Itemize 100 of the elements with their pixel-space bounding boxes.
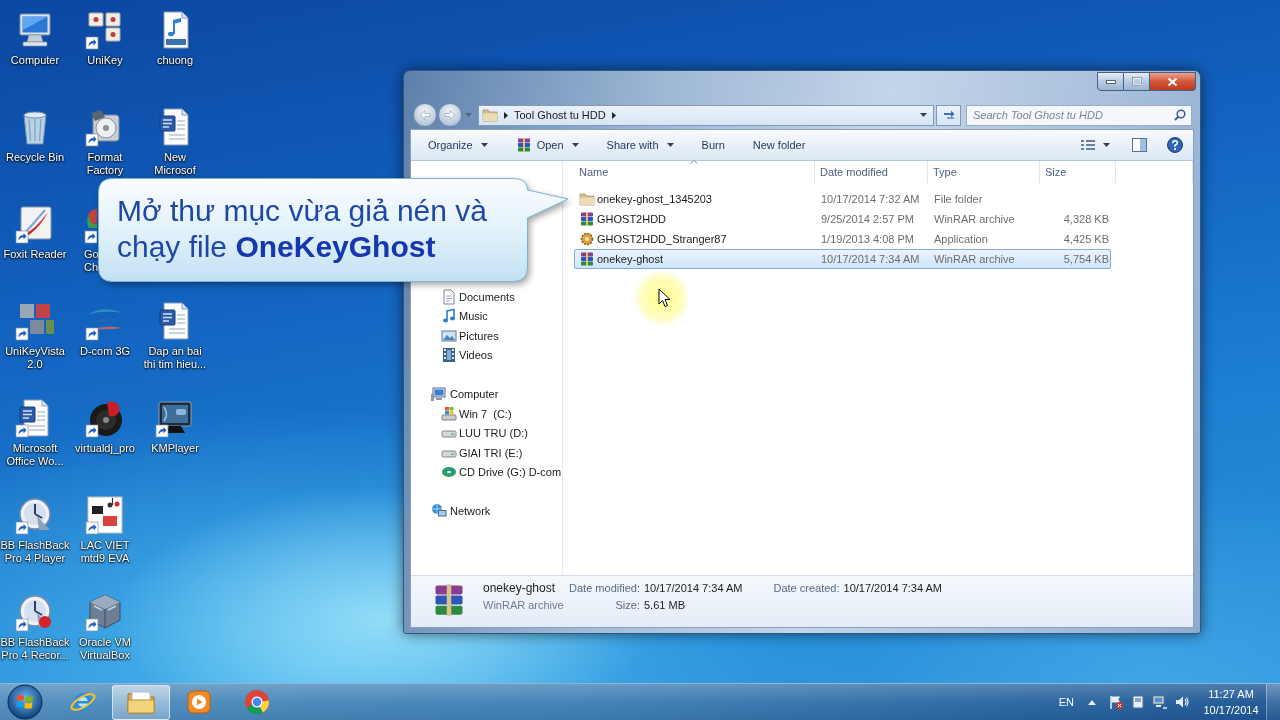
- up-caret-icon[interactable]: [1088, 699, 1096, 705]
- back-button[interactable]: [413, 103, 437, 127]
- speaker-icon[interactable]: [1174, 694, 1190, 710]
- toolbar-button[interactable]: Share with: [598, 133, 682, 157]
- tiles-icon[interactable]: [15, 301, 55, 341]
- desktop-icon-label[interactable]: New Microsof: [140, 151, 210, 177]
- nav-item[interactable]: Videos: [459, 349, 493, 362]
- folder-icon[interactable]: [126, 689, 156, 715]
- book-stack-icon: [515, 137, 532, 153]
- view-options-icon[interactable]: [1081, 139, 1095, 151]
- file-size: 5,754 KB: [1062, 253, 1110, 265]
- nav-item[interactable]: Computer: [450, 388, 499, 401]
- desktop-icon-label[interactable]: UniKeyVista 2.0: [0, 345, 70, 371]
- forward-button[interactable]: [438, 103, 462, 127]
- notes-tile-icon[interactable]: [85, 495, 125, 535]
- film-icon[interactable]: [441, 347, 457, 364]
- file-row[interactable]: GHOST2HDD_Stranger87 1/19/2013 4:08 PM Application 4,425 KB: [574, 229, 1111, 249]
- swoosh-tile-icon[interactable]: [15, 204, 55, 244]
- file-name: onekey-ghost_1345203: [597, 193, 712, 205]
- system-drive-icon[interactable]: [441, 405, 457, 422]
- desktop-icon-label[interactable]: Dap an bai thi tim hieu...: [140, 345, 210, 371]
- desktop-icon-label[interactable]: Computer: [0, 54, 70, 67]
- column-header[interactable]: Type: [928, 161, 1040, 183]
- close-button[interactable]: [1150, 72, 1196, 91]
- language-indicator[interactable]: EN: [1058, 696, 1074, 708]
- file-row[interactable]: onekey-ghost 10/17/2014 7:34 AM WinRAR archive 5,754 KB: [574, 249, 1111, 269]
- column-header[interactable]: Size: [1040, 161, 1116, 183]
- refresh-icon[interactable]: [941, 109, 956, 121]
- nav-item[interactable]: GIAI TRI (E:): [459, 446, 523, 459]
- toolbar-button[interactable]: Open: [507, 133, 587, 157]
- desktop-icon-label[interactable]: Microsoft Office Wo...: [0, 442, 70, 468]
- minimize-icon[interactable]: [1105, 79, 1116, 84]
- desktop-icon-label[interactable]: Go Ch: [84, 248, 99, 274]
- flag-icon[interactable]: [1108, 694, 1124, 710]
- file-name: onekey-ghost: [597, 253, 664, 265]
- detail-value: 10/17/2014 7:34 AM: [644, 581, 743, 596]
- file-name: GHOST2HDD_Stranger87: [597, 233, 727, 245]
- chevron-icon[interactable]: [611, 111, 616, 119]
- desktop-icon-label[interactable]: D-com 3G: [70, 345, 140, 358]
- network-icon[interactable]: [431, 503, 447, 520]
- desktop-icon-label[interactable]: Recycle Bin: [0, 151, 70, 164]
- file-row[interactable]: onekey-ghost_1345203 10/17/2014 7:32 AM File folder: [574, 189, 1111, 209]
- tricolor-circle-icon[interactable]: [243, 688, 271, 716]
- desktop-icon-label[interactable]: Foxit Reader: [0, 248, 70, 261]
- search-icon[interactable]: [1174, 108, 1186, 121]
- clock-time[interactable]: 11:27 AM: [1208, 686, 1254, 702]
- maximize-button[interactable]: [1124, 72, 1150, 91]
- callout-text: Mở thư mục vừa giả nén và chạy file OneKeyGhost: [116, 193, 488, 265]
- help-icon[interactable]: [1167, 137, 1183, 153]
- desktop-icon-label[interactable]: KMPlayer: [140, 442, 210, 455]
- taskbar-button[interactable]: [112, 684, 170, 720]
- file-row[interactable]: GHOST2HDD 9/25/2014 2:57 PM WinRAR archive 4,328 KB: [574, 209, 1111, 229]
- caret-icon[interactable]: [1103, 143, 1110, 147]
- nav-item[interactable]: Pictures: [459, 329, 499, 342]
- nav-item[interactable]: Network: [450, 505, 491, 518]
- close-icon[interactable]: [1167, 76, 1178, 87]
- chevron-icon[interactable]: [504, 111, 508, 119]
- desktop-icon-label[interactable]: UniKey: [70, 54, 140, 67]
- address-bar[interactable]: Tool Ghost tu HDD: [478, 104, 934, 126]
- show-desktop-button[interactable]: [1266, 684, 1280, 720]
- desktop-icon-label[interactable]: virtualdj_pro: [70, 442, 140, 455]
- nav-item[interactable]: Win 7 (C:): [459, 407, 512, 420]
- desktop-icon-label[interactable]: Format Factory: [70, 151, 140, 177]
- column-header[interactable]: Date modified: [815, 161, 928, 183]
- computer-icon[interactable]: [431, 386, 447, 403]
- screen-icon[interactable]: [155, 398, 195, 438]
- file-date: 1/19/2013 4:08 PM: [820, 233, 915, 245]
- book-stack-icon: [579, 211, 595, 227]
- music-note-icon[interactable]: [441, 308, 457, 325]
- nav-item[interactable]: CD Drive (G:) D-com: [459, 466, 562, 479]
- picture-icon[interactable]: [441, 327, 457, 344]
- search-field[interactable]: Search Tool Ghost tu HDD: [966, 104, 1192, 126]
- file-name: onekey-ghost: [483, 580, 557, 597]
- clock-date[interactable]: 10/17/2014: [1203, 702, 1259, 718]
- nav-item[interactable]: Music: [459, 310, 488, 323]
- network-icon[interactable]: [1152, 694, 1168, 710]
- cursor-icon: [658, 288, 671, 308]
- device-icon[interactable]: [1130, 694, 1146, 710]
- toolbar-button[interactable]: New folder: [744, 133, 814, 157]
- breadcrumb-item[interactable]: Tool Ghost tu HDD: [514, 109, 606, 121]
- caret-icon: [571, 143, 579, 147]
- column-header[interactable]: Name: [574, 161, 815, 183]
- minimize-button[interactable]: [1097, 72, 1124, 91]
- toolbar-button[interactable]: Organize: [420, 133, 496, 157]
- caret-icon: [666, 143, 674, 147]
- preview-pane-icon[interactable]: [1132, 138, 1147, 152]
- file-type: Application: [933, 233, 989, 245]
- play-tile-icon[interactable]: [185, 688, 213, 716]
- nav-item[interactable]: LUU TRU (D:): [459, 427, 528, 440]
- folder-icon: [482, 107, 498, 123]
- desktop-icon-label[interactable]: chuong: [140, 54, 210, 67]
- file-size: 4,328 KB: [1062, 213, 1110, 225]
- nav-item[interactable]: Documents: [459, 290, 515, 303]
- desktop-icon-label[interactable]: BB FlashBack Pro 4 Player: [0, 539, 70, 565]
- refresh-button[interactable]: [936, 104, 961, 126]
- file-type: WinRAR archive: [483, 598, 565, 613]
- file-size: 4,425 KB: [1062, 233, 1110, 245]
- toolbar-button[interactable]: Burn: [693, 133, 733, 157]
- caret-icon[interactable]: [920, 113, 927, 117]
- start-orb-icon[interactable]: [7, 684, 43, 720]
